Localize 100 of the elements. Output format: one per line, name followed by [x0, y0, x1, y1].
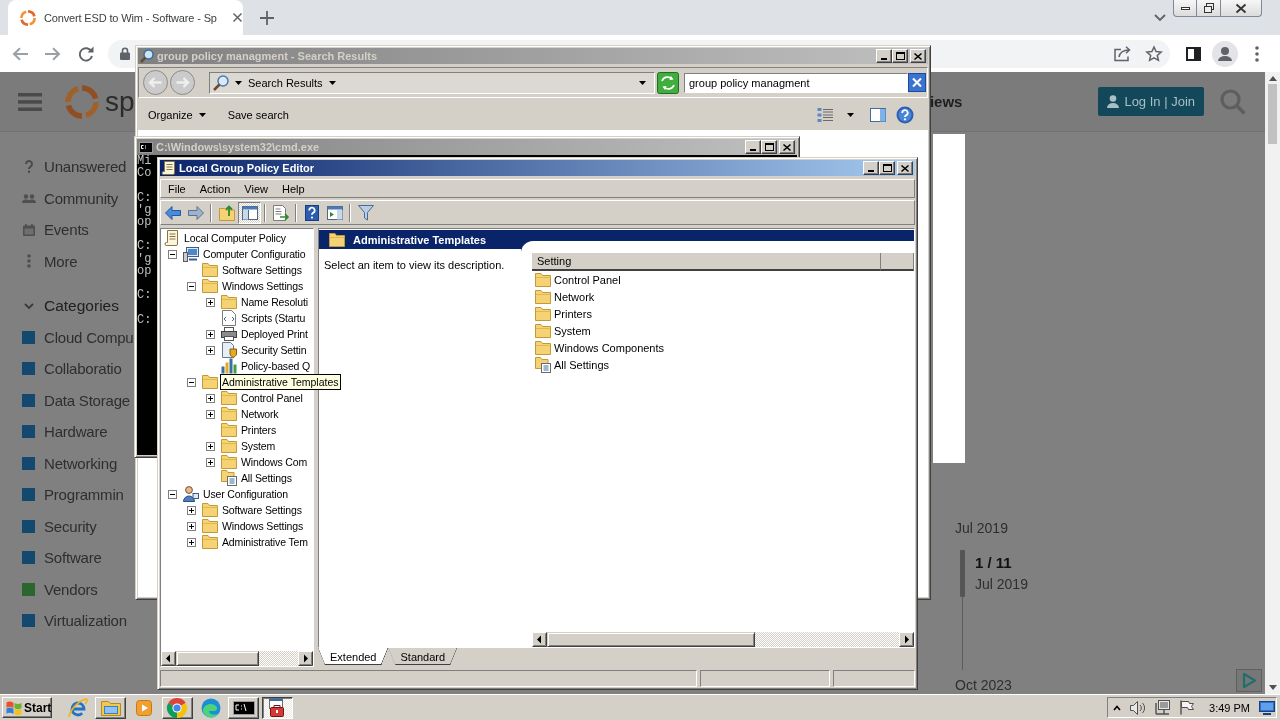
menu-item[interactable]: View: [237, 180, 275, 197]
plus-box-icon[interactable]: [187, 505, 196, 515]
column-header[interactable]: Setting: [532, 253, 881, 271]
plus-box-icon[interactable]: [187, 521, 196, 531]
scrollbar[interactable]: [1265, 72, 1280, 694]
tree-item[interactable]: Network: [241, 408, 279, 420]
arrow-left-icon[interactable]: [532, 632, 547, 647]
side-panel-icon[interactable]: [1186, 46, 1201, 61]
maximize-button[interactable]: [879, 161, 895, 175]
start-button[interactable]: Start: [2, 697, 52, 718]
menu-button[interactable]: Organize: [148, 103, 206, 126]
plus-box-icon[interactable]: [206, 393, 215, 403]
list-item[interactable]: Windows Components: [532, 339, 665, 356]
toolbar-button[interactable]: Save search: [227, 103, 289, 126]
tree-item[interactable]: Security Settin: [241, 344, 307, 356]
minus-box-icon[interactable]: [187, 281, 196, 291]
arrow-down-icon[interactable]: [1268, 685, 1277, 690]
plus-box-icon[interactable]: [206, 409, 215, 419]
search-field[interactable]: group policy managment: [684, 72, 908, 93]
tree-item[interactable]: Administrative Tem: [222, 536, 308, 548]
chevron-up-icon[interactable]: [1113, 704, 1122, 711]
tree-item[interactable]: All Settings: [241, 472, 292, 484]
plus-box-icon[interactable]: [206, 345, 215, 355]
tree-item[interactable]: Windows Com: [241, 456, 308, 468]
maximize-button[interactable]: [761, 140, 777, 154]
tree-item[interactable]: Control Panel: [241, 392, 303, 404]
menu-item[interactable]: Action: [192, 180, 238, 197]
login-button[interactable]: Log In | Join: [1098, 87, 1204, 116]
sidebar-link[interactable]: More: [22, 245, 78, 277]
column-header[interactable]: [881, 253, 914, 271]
restore-button[interactable]: [1197, 0, 1221, 17]
tree-item[interactable]: Software Settings: [222, 264, 302, 276]
menu-icon[interactable]: [1255, 45, 1259, 62]
category-link[interactable]: Vendors: [22, 573, 98, 605]
monitor-icon[interactable]: [1259, 700, 1275, 715]
list-item[interactable]: Control Panel: [532, 271, 621, 288]
category-link[interactable]: Data Storage: [22, 384, 130, 416]
tree-item[interactable]: Name Resoluti: [241, 296, 308, 308]
category-link[interactable]: Collaboratio: [22, 353, 122, 385]
plus-icon[interactable]: [260, 10, 274, 25]
timeline-marker[interactable]: [960, 550, 965, 597]
caret-icon[interactable]: [847, 112, 854, 117]
tree-item[interactable]: Windows Settings: [222, 280, 304, 292]
list-item[interactable]: Printers: [532, 305, 592, 322]
tree-item[interactable]: Scripts (Startu: [241, 312, 306, 324]
category-link[interactable]: Security: [22, 510, 97, 542]
profile-icon[interactable]: [1212, 40, 1238, 67]
clock[interactable]: 3:49 PM: [1209, 701, 1250, 714]
tree-item[interactable]: Policy-based Q: [241, 360, 311, 372]
refresh-icon[interactable]: [657, 71, 679, 94]
plus-box-icon[interactable]: [206, 441, 215, 451]
scrollbar[interactable]: [532, 632, 914, 647]
scrollbar[interactable]: [161, 651, 313, 666]
view-tab[interactable]: Standard: [388, 648, 458, 665]
tree-item[interactable]: Software Settings: [222, 504, 302, 516]
tree-item[interactable]: Deployed Print: [241, 328, 308, 340]
minus-box-icon[interactable]: [168, 489, 177, 499]
tree-item[interactable]: System: [241, 440, 276, 452]
section-header[interactable]: Categories: [22, 290, 119, 322]
tree-item[interactable]: User Configuration: [203, 488, 288, 500]
plus-box-icon[interactable]: [206, 297, 215, 307]
minus-box-icon[interactable]: [187, 377, 196, 387]
plus-box-icon[interactable]: [206, 457, 215, 467]
category-link[interactable]: Programmin: [22, 479, 124, 511]
maximize-button[interactable]: [892, 49, 908, 63]
tree-item[interactable]: Computer Configuratio: [203, 248, 306, 260]
arrow-right-icon[interactable]: [298, 651, 313, 666]
scrollbar-thumb[interactable]: [1268, 84, 1277, 144]
back-icon[interactable]: [12, 46, 28, 61]
arrow-up-icon[interactable]: [1268, 76, 1277, 81]
reload-icon[interactable]: [78, 45, 94, 62]
close-button[interactable]: [1221, 0, 1262, 17]
clear-icon[interactable]: [908, 73, 926, 92]
speaker-icon[interactable]: [1130, 700, 1146, 715]
browser-tab[interactable]: Convert ESD to Wim - Software - Sp: [8, 0, 243, 35]
category-link[interactable]: Networking: [22, 447, 118, 479]
toolbar-button[interactable]: [238, 201, 261, 224]
view-tab[interactable]: Extended: [318, 648, 389, 665]
list-item[interactable]: Network: [532, 288, 595, 305]
nav-link[interactable]: iews: [929, 93, 963, 110]
address-bar[interactable]: Search Results: [209, 71, 655, 94]
network-icon[interactable]: [1155, 700, 1171, 715]
category-link[interactable]: Software: [22, 542, 102, 574]
tree-item[interactable]: Printers: [241, 424, 276, 436]
close-icon[interactable]: [232, 13, 242, 22]
category-link[interactable]: Hardware: [22, 416, 108, 448]
timeline-track[interactable]: [960, 550, 965, 670]
list-item[interactable]: System: [532, 322, 591, 339]
forward-icon[interactable]: [45, 46, 61, 61]
view-list-icon[interactable]: [817, 106, 833, 123]
tree-item[interactable]: Windows Settings: [222, 520, 304, 532]
arrow-left-icon[interactable]: [161, 651, 176, 666]
list-item[interactable]: All Settings: [532, 356, 610, 373]
plus-box-icon[interactable]: [206, 329, 215, 339]
category-link[interactable]: Cloud Compu: [22, 321, 134, 353]
menu-item[interactable]: Help: [274, 180, 312, 197]
chevron-down-icon[interactable]: [1154, 14, 1166, 21]
scrollbar-thumb[interactable]: [547, 632, 755, 647]
minus-box-icon[interactable]: [168, 249, 177, 259]
minimize-button[interactable]: [1173, 0, 1197, 17]
